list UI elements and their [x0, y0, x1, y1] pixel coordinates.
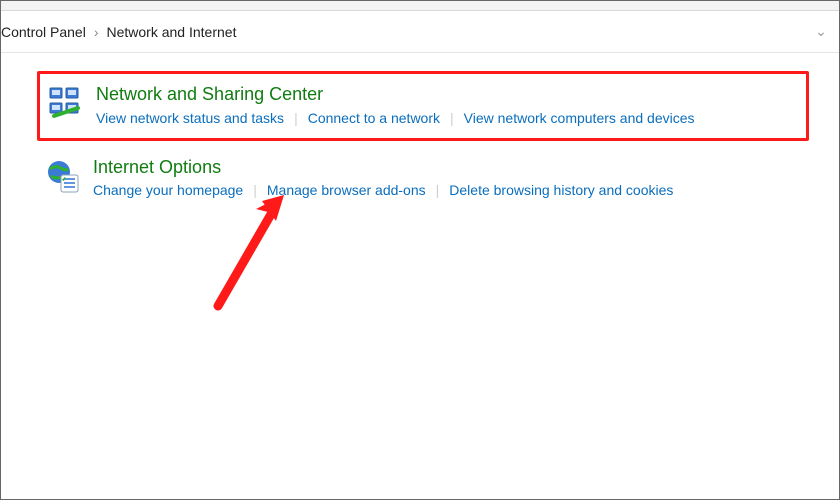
internet-options-icon — [45, 157, 93, 199]
section-internet-options: Internet Options Change your homepage | … — [37, 147, 809, 211]
link-manage-addons[interactable]: Manage browser add-ons — [267, 182, 426, 198]
link-divider: | — [284, 110, 308, 126]
link-divider: | — [243, 182, 267, 198]
internet-options-title[interactable]: Internet Options — [93, 157, 797, 179]
link-connect-to-network[interactable]: Connect to a network — [308, 110, 440, 126]
link-divider: | — [440, 110, 464, 126]
link-delete-history[interactable]: Delete browsing history and cookies — [449, 182, 673, 198]
network-sharing-title[interactable]: Network and Sharing Center — [96, 84, 794, 106]
breadcrumb: Control Panel › Network and Internet ⌄ — [1, 11, 839, 53]
content-area: Network and Sharing Center View network … — [1, 53, 839, 499]
chevron-right-icon: › — [92, 24, 101, 40]
window-titlebar — [1, 1, 839, 11]
link-divider: | — [426, 182, 450, 198]
section-network-sharing-center: Network and Sharing Center View network … — [37, 71, 809, 141]
chevron-down-icon[interactable]: ⌄ — [813, 23, 829, 40]
network-sharing-icon — [48, 84, 96, 126]
link-view-network-devices[interactable]: View network computers and devices — [464, 110, 695, 126]
breadcrumb-item-network-internet[interactable]: Network and Internet — [101, 24, 243, 40]
link-change-homepage[interactable]: Change your homepage — [93, 182, 243, 198]
control-panel-window: Control Panel › Network and Internet ⌄ — [0, 0, 840, 500]
link-view-network-status[interactable]: View network status and tasks — [96, 110, 284, 126]
breadcrumb-item-control-panel[interactable]: Control Panel — [1, 24, 92, 40]
